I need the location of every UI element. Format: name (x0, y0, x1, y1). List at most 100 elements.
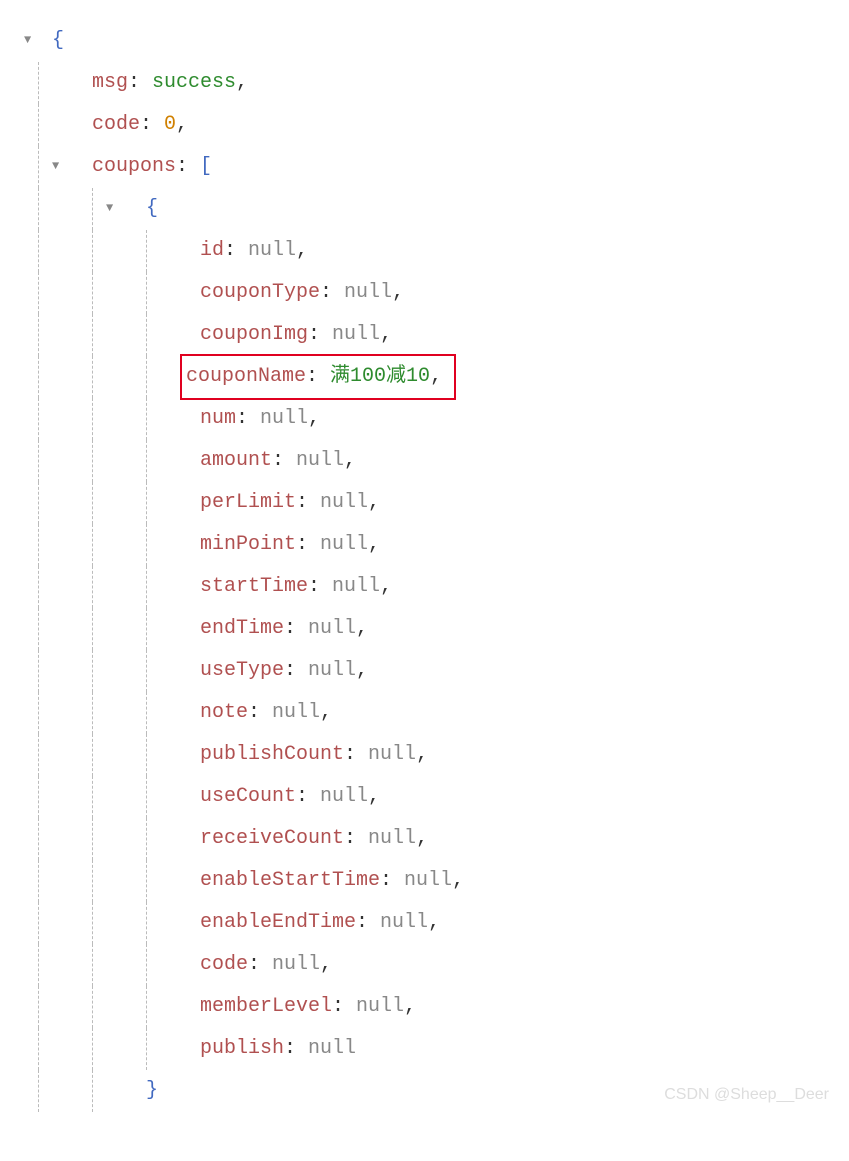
comma: , (368, 524, 380, 566)
json-viewer: ▼{ msg: success, code: 0, ▼coupons: [ ▼{… (10, 20, 839, 1112)
comma: , (368, 482, 380, 524)
comma: , (176, 104, 188, 146)
comma: , (368, 776, 380, 818)
colon: : (308, 566, 332, 608)
colon: : (272, 440, 296, 482)
json-value-null: null (380, 902, 428, 944)
json-key: coupons (92, 146, 176, 188)
json-line-coupons-open[interactable]: ▼coupons: [ (10, 146, 839, 188)
json-line-perLimit[interactable]: perLimit: null, (10, 482, 839, 524)
json-value-null: null (308, 608, 356, 650)
comma: , (236, 62, 248, 104)
json-key: perLimit (200, 482, 296, 524)
json-key: msg (92, 62, 128, 104)
colon: : (296, 776, 320, 818)
open-brace: { (52, 20, 64, 62)
json-value-number: 0 (164, 104, 176, 146)
json-value-string: 满100减10 (330, 365, 430, 388)
json-key: useCount (200, 776, 296, 818)
comma: , (344, 440, 356, 482)
highlight-annotation: couponName: 满100减10, (180, 354, 456, 400)
json-line-code[interactable]: code: 0, (10, 104, 839, 146)
colon: : (296, 524, 320, 566)
json-value-null: null (260, 398, 308, 440)
colon: : (344, 734, 368, 776)
colon: : (320, 272, 344, 314)
json-line-useType[interactable]: useType: null, (10, 650, 839, 692)
json-line-num[interactable]: num: null, (10, 398, 839, 440)
json-value-null: null (368, 818, 416, 860)
comma: , (430, 365, 442, 388)
colon: : (224, 230, 248, 272)
json-key: memberLevel (200, 986, 332, 1028)
json-line-useCount[interactable]: useCount: null, (10, 776, 839, 818)
close-brace: } (146, 1070, 158, 1112)
colon: : (344, 818, 368, 860)
open-brace: { (146, 188, 158, 230)
json-line-publish[interactable]: publish: null (10, 1028, 839, 1070)
json-key: amount (200, 440, 272, 482)
json-line-enableEndTime[interactable]: enableEndTime: null, (10, 902, 839, 944)
json-value-null: null (368, 734, 416, 776)
json-key: useType (200, 650, 284, 692)
json-value-null: null (404, 860, 452, 902)
json-value-null: null (332, 566, 380, 608)
colon: : (296, 482, 320, 524)
json-key: couponType (200, 272, 320, 314)
comma: , (356, 608, 368, 650)
colon: : (284, 1028, 308, 1070)
json-key: note (200, 692, 248, 734)
json-line-msg[interactable]: msg: success, (10, 62, 839, 104)
colon: : (356, 902, 380, 944)
json-key: couponName (186, 365, 306, 388)
comma: , (308, 398, 320, 440)
json-line-code-field[interactable]: code: null, (10, 944, 839, 986)
json-key: num (200, 398, 236, 440)
colon: : (284, 608, 308, 650)
json-line-receiveCount[interactable]: receiveCount: null, (10, 818, 839, 860)
json-key: code (200, 944, 248, 986)
collapse-toggle-icon[interactable]: ▼ (106, 196, 120, 221)
json-line-amount[interactable]: amount: null, (10, 440, 839, 482)
json-line-startTime[interactable]: startTime: null, (10, 566, 839, 608)
colon: : (284, 650, 308, 692)
json-line-item-close[interactable]: } (10, 1070, 839, 1112)
json-key: enableStartTime (200, 860, 380, 902)
colon: : (332, 986, 356, 1028)
json-line-root-open[interactable]: ▼{ (10, 20, 839, 62)
json-value-null: null (272, 944, 320, 986)
json-line-enableStartTime[interactable]: enableStartTime: null, (10, 860, 839, 902)
json-line-couponName[interactable]: couponName: 满100减10, (10, 356, 839, 398)
comma: , (392, 272, 404, 314)
json-line-minPoint[interactable]: minPoint: null, (10, 524, 839, 566)
json-line-id[interactable]: id: null, (10, 230, 839, 272)
json-value-null: null (248, 230, 296, 272)
json-line-note[interactable]: note: null, (10, 692, 839, 734)
json-line-memberLevel[interactable]: memberLevel: null, (10, 986, 839, 1028)
json-line-couponImg[interactable]: couponImg: null, (10, 314, 839, 356)
json-value-null: null (308, 1028, 356, 1070)
comma: , (416, 818, 428, 860)
colon: : (308, 314, 332, 356)
comma: , (356, 650, 368, 692)
colon: : (248, 944, 272, 986)
json-value-null: null (344, 272, 392, 314)
comma: , (452, 860, 464, 902)
colon: : (236, 398, 260, 440)
collapse-toggle-icon[interactable]: ▼ (24, 28, 38, 53)
json-line-couponType[interactable]: couponType: null, (10, 272, 839, 314)
json-value-null: null (320, 482, 368, 524)
colon: : (128, 62, 152, 104)
collapse-toggle-icon[interactable]: ▼ (52, 154, 66, 179)
json-key: couponImg (200, 314, 308, 356)
comma: , (320, 944, 332, 986)
comma: , (296, 230, 308, 272)
json-value-null: null (308, 650, 356, 692)
json-key: minPoint (200, 524, 296, 566)
json-line-item-open[interactable]: ▼{ (10, 188, 839, 230)
json-key: code (92, 104, 140, 146)
json-value-null: null (332, 314, 380, 356)
json-line-publishCount[interactable]: publishCount: null, (10, 734, 839, 776)
json-line-endTime[interactable]: endTime: null, (10, 608, 839, 650)
json-key: endTime (200, 608, 284, 650)
